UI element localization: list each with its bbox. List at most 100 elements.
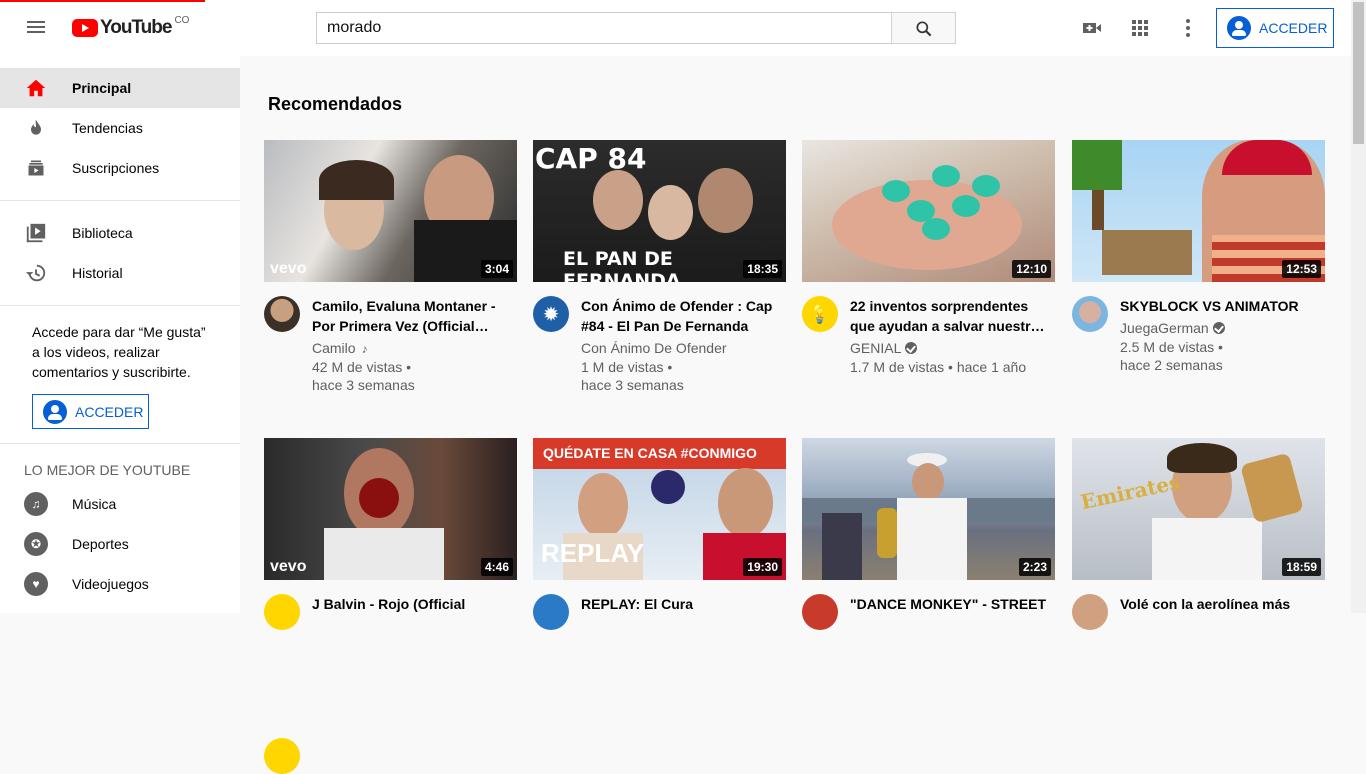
channel-name-text: GENIAL bbox=[850, 340, 902, 356]
video-card[interactable]: Emirates 18:59 Volé con la aerolínea más bbox=[1072, 438, 1325, 680]
sidebar-item-biblioteca[interactable]: Biblioteca bbox=[0, 213, 240, 253]
video-title[interactable]: "DANCE MONKEY" - STREET bbox=[850, 594, 1050, 614]
video-thumbnail[interactable]: 12:10 bbox=[802, 140, 1055, 282]
channel-name-text: JuegaGerman bbox=[1120, 320, 1209, 336]
video-card[interactable]: 12:53 SKYBLOCK VS ANIMATOR JuegaGerman 2… bbox=[1072, 140, 1325, 382]
view-count: 1.7 M de vistas • hace 1 año bbox=[850, 359, 1027, 375]
channel-name[interactable]: Con Ánimo De Ofender bbox=[581, 340, 727, 356]
hamburger-menu-icon[interactable] bbox=[24, 16, 48, 40]
video-title[interactable]: Con Ánimo de Ofender : Cap #84 - El Pan … bbox=[581, 296, 781, 336]
signin-button[interactable]: ACCEDER bbox=[1216, 8, 1334, 48]
channel-name[interactable]: JuegaGerman bbox=[1120, 320, 1225, 336]
youtube-logo[interactable]: YouTube CO bbox=[72, 14, 190, 39]
signin-label: ACCEDER bbox=[75, 403, 144, 420]
video-title[interactable]: 22 inventos sorprendentes que ayudan a s… bbox=[850, 296, 1050, 336]
video-card[interactable]: 12:10 💡 22 inventos sorprendentes que ay… bbox=[802, 140, 1055, 382]
country-code: CO bbox=[174, 14, 190, 26]
video-duration: 19:30 bbox=[743, 558, 782, 576]
section-heading: LO MEJOR DE YOUTUBE bbox=[24, 462, 191, 478]
thumbnail-overlay-top: CAP 84 bbox=[535, 142, 647, 175]
thumbnail-overlay-top: Emirates bbox=[1078, 469, 1183, 515]
sidebar-item-label: Deportes bbox=[72, 536, 129, 552]
verified-icon bbox=[905, 342, 918, 354]
video-title[interactable]: J Balvin - Rojo (Official bbox=[312, 594, 512, 614]
verified-icon bbox=[1212, 322, 1225, 334]
channel-name-text: Camilo bbox=[312, 340, 356, 356]
channel-avatar[interactable] bbox=[533, 594, 569, 630]
sidebar-item-principal[interactable]: Principal bbox=[0, 68, 240, 108]
video-title[interactable]: SKYBLOCK VS ANIMATOR bbox=[1120, 296, 1320, 316]
channel-avatar[interactable] bbox=[1072, 296, 1108, 332]
logo-text: YouTube bbox=[100, 17, 172, 38]
gaming-icon: ♥ bbox=[24, 572, 48, 596]
music-icon: ♫ bbox=[24, 492, 48, 516]
sidebar-item-videojuegos[interactable]: ♥ Videojuegos bbox=[0, 564, 240, 604]
channel-name[interactable]: GENIAL bbox=[850, 340, 918, 356]
sidebar-item-label: Biblioteca bbox=[72, 225, 133, 241]
sidebar-item-deportes[interactable]: ✪ Deportes bbox=[0, 524, 240, 564]
thumbnail-overlay-bottom: REPLAY bbox=[541, 538, 645, 568]
video-thumbnail[interactable]: CAP 84 EL PAN DE FERNANDA 18:35 bbox=[533, 140, 786, 282]
vevo-watermark: vevo bbox=[270, 260, 307, 277]
channel-avatar[interactable] bbox=[1072, 594, 1108, 630]
channel-avatar[interactable] bbox=[802, 594, 838, 630]
sidebar-item-label: Historial bbox=[72, 265, 123, 281]
more-vertical-icon[interactable] bbox=[1176, 16, 1200, 40]
video-duration: 18:35 bbox=[743, 260, 782, 278]
channel-avatar[interactable] bbox=[264, 296, 300, 332]
view-count: 1 M de vistas • bbox=[581, 359, 673, 375]
video-card[interactable]: 2:23 "DANCE MONKEY" - STREET bbox=[802, 438, 1055, 680]
video-thumbnail[interactable]: 12:53 bbox=[1072, 140, 1325, 282]
video-title[interactable]: Volé con la aerolínea más bbox=[1120, 594, 1320, 614]
video-duration: 4:46 bbox=[480, 558, 513, 576]
sidebar-item-historial[interactable]: Historial bbox=[0, 253, 240, 293]
channel-avatar[interactable]: ✹ bbox=[533, 296, 569, 332]
history-icon bbox=[24, 261, 48, 285]
video-thumbnail[interactable]: vevo 3:04 bbox=[264, 140, 517, 282]
video-card[interactable]: vevo 3:04 Camilo, Evaluna Montaner - Por… bbox=[264, 140, 517, 393]
channel-avatar[interactable] bbox=[264, 594, 300, 630]
video-thumbnail[interactable]: vevo 4:46 bbox=[264, 438, 517, 580]
video-card[interactable]: CAP 84 EL PAN DE FERNANDA 18:35 ✹ Con Án… bbox=[533, 140, 786, 393]
video-title[interactable]: Camilo, Evaluna Montaner - Por Primera V… bbox=[312, 296, 512, 336]
video-stats: 1.7 M de vistas • hace 1 año bbox=[850, 358, 1050, 376]
video-card[interactable]: vevo 4:46 J Balvin - Rojo (Official bbox=[264, 438, 517, 774]
upload-age: hace 2 semanas bbox=[1120, 357, 1223, 373]
channel-avatar[interactable]: 💡 bbox=[802, 296, 838, 332]
search-button[interactable] bbox=[891, 12, 956, 44]
account-icon bbox=[43, 399, 67, 424]
subscriptions-icon bbox=[24, 156, 48, 180]
search-input[interactable] bbox=[316, 12, 892, 44]
loading-progress-bar bbox=[0, 0, 205, 2]
search-icon bbox=[916, 21, 932, 37]
apps-grid-icon[interactable] bbox=[1128, 16, 1152, 40]
video-duration: 12:10 bbox=[1012, 260, 1051, 278]
upload-age: hace 3 semanas bbox=[581, 377, 684, 393]
video-stats: 2.5 M de vistas • hace 2 semanas bbox=[1120, 338, 1320, 374]
create-video-icon[interactable] bbox=[1080, 16, 1104, 40]
sports-icon: ✪ bbox=[24, 532, 48, 556]
channel-name[interactable]: Camilo ♪ bbox=[312, 340, 368, 356]
video-thumbnail[interactable]: Emirates 18:59 bbox=[1072, 438, 1325, 580]
sidebar-divider bbox=[0, 200, 240, 201]
sidebar-item-tendencias[interactable]: Tendencias bbox=[0, 108, 240, 148]
video-thumbnail[interactable]: QUÉDATE EN CASA #CONMIGO REPLAY 19:30 bbox=[533, 438, 786, 580]
video-thumbnail[interactable]: 2:23 bbox=[802, 438, 1055, 580]
video-stats: 1 M de vistas • hace 3 semanas bbox=[581, 358, 781, 394]
scrollbar-thumb[interactable] bbox=[1353, 2, 1364, 144]
signin-prompt: Accede para dar “Me gusta” a los videos,… bbox=[32, 324, 206, 380]
music-note-icon: ♪ bbox=[361, 342, 368, 356]
library-icon bbox=[24, 221, 48, 245]
masthead: YouTube CO ACCEDER bbox=[0, 0, 1366, 56]
channel-avatar[interactable] bbox=[264, 738, 300, 774]
video-card[interactable]: QUÉDATE EN CASA #CONMIGO REPLAY 19:30 RE… bbox=[533, 438, 786, 680]
sidebar-item-musica[interactable]: ♫ Música bbox=[0, 484, 240, 524]
section-title: Recomendados bbox=[268, 94, 403, 114]
sidebar-signin-button[interactable]: ACCEDER bbox=[32, 394, 149, 429]
sidebar-item-label: Suscripciones bbox=[72, 160, 160, 176]
sidebar-item-label: Principal bbox=[72, 80, 132, 96]
account-icon bbox=[1227, 16, 1251, 40]
signin-label: ACCEDER bbox=[1259, 20, 1328, 36]
video-title[interactable]: REPLAY: El Cura bbox=[581, 594, 781, 614]
sidebar-item-suscripciones[interactable]: Suscripciones bbox=[0, 148, 240, 188]
